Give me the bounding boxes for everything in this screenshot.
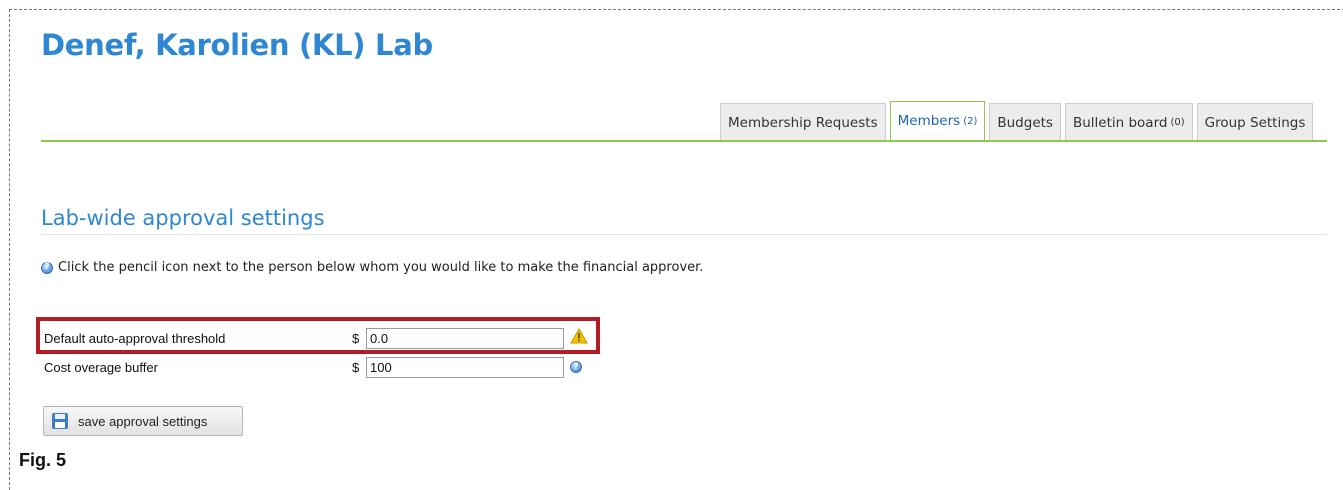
tab-count: (0) <box>1170 117 1185 128</box>
tab-group-settings[interactable]: Group Settings <box>1196 103 1314 141</box>
lab-title: Denef, Karolien (KL) Lab <box>41 28 433 62</box>
floppy-disk-icon <box>52 413 68 429</box>
cost-overage-buffer-input[interactable] <box>366 356 564 378</box>
tab-label: Membership Requests <box>728 114 878 131</box>
tab-members[interactable]: Members (2) <box>889 101 986 141</box>
tab-count: (2) <box>963 115 978 127</box>
help-line: ? Click the pencil icon next to the pers… <box>41 260 703 275</box>
help-text: Click the pencil icon next to the person… <box>58 260 704 275</box>
tab-label: Bulletin board <box>1072 114 1168 131</box>
info-icon[interactable]: ? <box>570 361 582 373</box>
tab-budgets[interactable]: Budgets <box>989 103 1061 141</box>
overage-buffer-label: Cost overage buffer <box>44 359 158 375</box>
info-icon: ? <box>41 261 53 274</box>
tab-label: Group Settings <box>1204 114 1306 131</box>
tab-label: Members <box>897 113 961 129</box>
tab-underline <box>41 140 1327 142</box>
tab-membership-requests[interactable]: Membership Requests <box>720 103 886 141</box>
save-approval-settings-button[interactable]: save approval settings <box>43 406 243 436</box>
section-title: Lab-wide approval settings <box>41 206 325 230</box>
save-button-label: save approval settings <box>78 413 208 429</box>
currency-symbol: $ <box>352 359 360 375</box>
tab-label: Budgets <box>997 114 1053 131</box>
tab-bulletin-board[interactable]: Bulletin board (0) <box>1064 103 1193 141</box>
section-divider <box>41 234 1327 235</box>
overage-buffer-row: Cost overage buffer $ ? <box>44 355 604 379</box>
figure-label: Fig. 5 <box>19 450 67 470</box>
tab-bar: Membership Requests Members (2) Budgets … <box>720 101 1314 141</box>
highlight-annotation <box>36 317 600 354</box>
